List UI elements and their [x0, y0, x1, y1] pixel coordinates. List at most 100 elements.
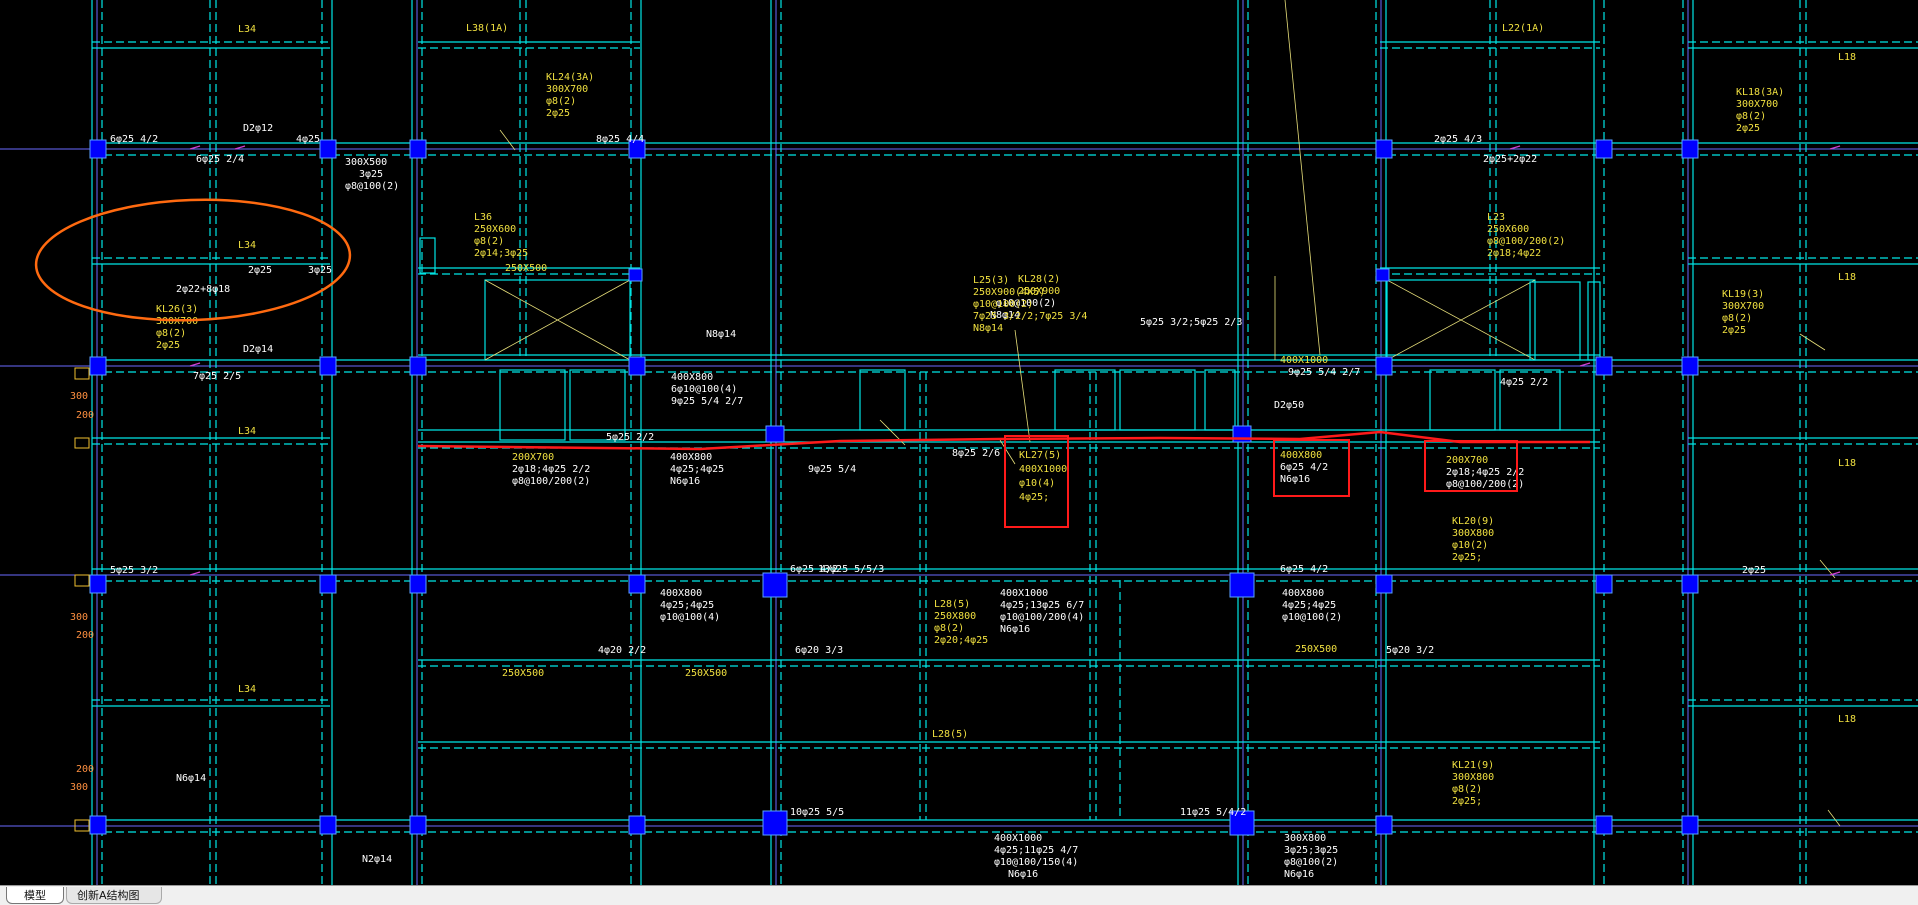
svg-text:8φ25 2/6: 8φ25 2/6 [952, 448, 1000, 459]
svg-text:φ8(2): φ8(2) [474, 236, 504, 247]
label-400x1000-bottom: 400X1000 4φ25;11φ25 4/7 φ10@100/150(4) N… [994, 833, 1078, 880]
svg-text:7φ25 3/2/2;7φ25 3/4: 7φ25 3/2/2;7φ25 3/4 [973, 311, 1087, 322]
svg-text:φ10@100/200(4): φ10@100/200(4) [1000, 612, 1084, 623]
svg-text:250X600: 250X600 [474, 224, 516, 235]
svg-text:L28(5): L28(5) [934, 599, 970, 610]
svg-text:D2φ12: D2φ12 [243, 123, 273, 134]
svg-text:300: 300 [70, 782, 88, 793]
svg-text:400X1000: 400X1000 [1019, 464, 1067, 475]
label-l28b: L28(5) [932, 729, 968, 740]
svg-text:L25(3): L25(3) [973, 275, 1009, 286]
label-l34a: L34 [238, 24, 256, 35]
markup-annotations[interactable] [34, 195, 1590, 528]
svg-text:6φ25 4/2: 6φ25 4/2 [1280, 564, 1328, 575]
label-l18c: L18 [1838, 458, 1856, 469]
svg-text:4φ25;13φ25 6/7: 4φ25;13φ25 6/7 [1000, 600, 1084, 611]
svg-text:2φ25: 2φ25 [156, 340, 180, 351]
yellow-labels: L38(1A) L22(1A) L34 L34 L34 L34 L18 L18 … [238, 23, 1856, 740]
svg-text:2φ25: 2φ25 [1742, 565, 1766, 576]
structural-beam-drawing[interactable]: L38(1A) L22(1A) L34 L34 L34 L34 L18 L18 … [0, 0, 1918, 885]
svg-text:250X600: 250X600 [1487, 224, 1529, 235]
svg-text:4φ20 2/2: 4φ20 2/2 [598, 645, 646, 656]
tab-model[interactable]: 模型 [6, 887, 64, 904]
svg-text:4φ25;11φ25 4/7: 4φ25;11φ25 4/7 [994, 845, 1078, 856]
label-l38: L38(1A) [466, 23, 508, 34]
svg-text:φ10(4): φ10(4) [1019, 478, 1055, 489]
svg-text:2φ25: 2φ25 [248, 265, 272, 276]
svg-text:φ8(2): φ8(2) [934, 623, 964, 634]
label-l28: L28(5) 250X800 φ8(2) 2φ20;4φ25 [934, 599, 988, 646]
svg-text:4φ25;4φ25: 4φ25;4φ25 [670, 464, 724, 475]
svg-text:N2φ14: N2φ14 [362, 854, 392, 865]
svg-text:KL28(2): KL28(2) [1018, 274, 1060, 285]
label-400x800-mid: 400X800 4φ25;4φ25 φ10@100(4) [660, 588, 720, 623]
left-dim-marks [74, 367, 90, 832]
label-400x800-right: 400X800 4φ25;4φ25 φ10@100(2) [1282, 588, 1342, 623]
svg-text:φ8(2): φ8(2) [546, 96, 576, 107]
svg-text:N6φ14: N6φ14 [176, 773, 206, 784]
svg-text:200: 200 [76, 630, 94, 641]
svg-text:200: 200 [76, 764, 94, 775]
svg-text:6φ25 2/4: 6φ25 2/4 [196, 154, 244, 165]
svg-text:4φ25 2/2: 4φ25 2/2 [1500, 377, 1548, 388]
svg-text:D2φ14: D2φ14 [243, 344, 273, 355]
svg-text:N6φ16: N6φ16 [1000, 624, 1030, 635]
svg-text:φ8(2): φ8(2) [1452, 784, 1482, 795]
svg-text:11φ25 5/4/2: 11φ25 5/4/2 [1180, 807, 1246, 818]
svg-text:φ8@100(2): φ8@100(2) [345, 181, 399, 192]
svg-text:9φ25 5/4 2/7: 9φ25 5/4 2/7 [671, 396, 743, 407]
svg-text:2φ14;3φ25: 2φ14;3φ25 [474, 248, 528, 259]
label-kl18: KL18(3A) 300X700 φ8(2) 2φ25 [1736, 87, 1784, 134]
label-250x500-b: 250X500 [685, 668, 727, 679]
svg-text:2φ25: 2φ25 [546, 108, 570, 119]
label-l34d: L34 [238, 684, 256, 695]
svg-text:10φ25 5/5: 10φ25 5/5 [790, 807, 844, 818]
svg-text:KL27(5): KL27(5) [1019, 450, 1061, 461]
svg-text:300X800: 300X800 [1452, 528, 1494, 539]
label-300x500: 300X500 3φ25 φ8@100(2) [345, 157, 399, 192]
svg-text:N8φ14: N8φ14 [973, 323, 1003, 334]
svg-text:2φ18;4φ22: 2φ18;4φ22 [1487, 248, 1541, 259]
svg-text:N6φ16: N6φ16 [1284, 869, 1314, 880]
label-kl27: KL27(5) 400X1000 φ10(4) 4φ25; [1019, 450, 1067, 503]
label-400x1000-top: 400X1000 [1280, 355, 1328, 366]
svg-text:300X800: 300X800 [1452, 772, 1494, 783]
svg-text:φ10@100(2): φ10@100(2) [1282, 612, 1342, 623]
svg-text:3φ25: 3φ25 [359, 169, 383, 180]
svg-text:L36: L36 [474, 212, 492, 223]
leader-lines [499, 0, 1841, 827]
svg-text:φ10(2): φ10(2) [1452, 540, 1488, 551]
svg-text:φ8(2): φ8(2) [1722, 313, 1752, 324]
svg-text:300: 300 [70, 391, 88, 402]
tab-layout[interactable]: 创新A结构图 [66, 887, 162, 904]
svg-text:2φ18;4φ25 2/2: 2φ18;4φ25 2/2 [1446, 467, 1524, 478]
svg-text:300X500: 300X500 [345, 157, 387, 168]
svg-text:400X800: 400X800 [1282, 588, 1324, 599]
label-box-200x700: 200X700 2φ18;4φ25 2/2 φ8@100/200(2) [1446, 455, 1524, 490]
svg-text:300X700: 300X700 [546, 84, 588, 95]
svg-text:300X800: 300X800 [1284, 833, 1326, 844]
svg-text:N6φ16: N6φ16 [670, 476, 700, 487]
svg-text:250X800: 250X800 [934, 611, 976, 622]
svg-text:400X800: 400X800 [671, 372, 713, 383]
svg-text:6φ25 4/2: 6φ25 4/2 [110, 134, 158, 145]
svg-text:2φ25;: 2φ25; [1452, 552, 1482, 563]
svg-text:200X700: 200X700 [1446, 455, 1488, 466]
label-400x1000: 400X1000 4φ25;13φ25 6/7 φ10@100/200(4) N… [1000, 588, 1084, 635]
cad-model-viewport[interactable]: L38(1A) L22(1A) L34 L34 L34 L34 L18 L18 … [0, 0, 1918, 885]
svg-text:2φ22+8φ18: 2φ22+8φ18 [176, 284, 230, 295]
label-l18b: L18 [1838, 272, 1856, 283]
svg-text:5φ25 2/2: 5φ25 2/2 [606, 432, 654, 443]
svg-text:2φ25: 2φ25 [1736, 123, 1760, 134]
label-l18a: L18 [1838, 52, 1856, 63]
svg-text:300X700: 300X700 [156, 316, 198, 327]
svg-text:5φ25 3/2: 5φ25 3/2 [110, 565, 158, 576]
svg-text:400X800: 400X800 [1280, 450, 1322, 461]
svg-text:9φ25 5/4 2/7: 9φ25 5/4 2/7 [1288, 367, 1360, 378]
svg-text:3φ25;3φ25: 3φ25;3φ25 [1284, 845, 1338, 856]
label-kl24: KL24(3A) 300X700 φ8(2) 2φ25 [546, 72, 594, 119]
label-250x500-top: 250X500 [505, 263, 547, 274]
svg-text:KL18(3A): KL18(3A) [1736, 87, 1784, 98]
svg-text:φ10@100/150(4): φ10@100/150(4) [994, 857, 1078, 868]
svg-text:φ10@100(2): φ10@100(2) [973, 299, 1033, 310]
